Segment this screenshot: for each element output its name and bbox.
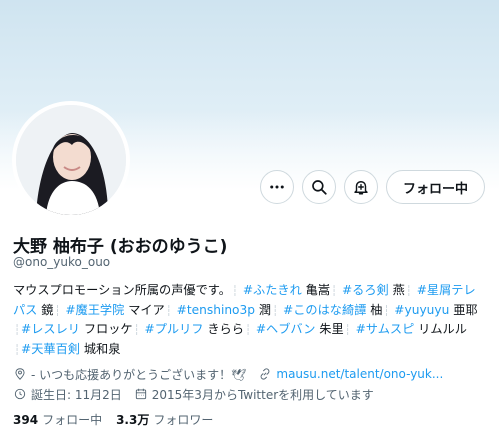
location-item: - いつも応援ありがとうございます！🕊: [13, 366, 246, 383]
bio-text: 亜耶: [453, 302, 478, 317]
hashtag-link[interactable]: #このはな綺譚: [283, 303, 366, 317]
bio-separator: ┆: [133, 325, 140, 337]
hashtag-link[interactable]: #tenshino3p: [177, 303, 255, 317]
bio-text: フロッケ: [83, 322, 133, 337]
bio-text: 潤: [258, 302, 272, 317]
bio-separator: ┆: [383, 305, 390, 317]
location-icon: [15, 368, 25, 380]
joined-text: 2015年3月からTwitterを利用しています: [151, 387, 374, 402]
profile-actions: フォロー中: [259, 170, 485, 204]
website-item[interactable]: mausu.net/talent/ono-yuk...: [258, 367, 443, 381]
more-button[interactable]: [259, 170, 294, 204]
bio-text: 朱里: [319, 322, 344, 337]
hashtag-link[interactable]: #魔王学院: [65, 303, 124, 317]
bio-separator: ┆: [272, 305, 279, 317]
profile-bio: マウスプロモーション所属の声優です。┆ #ふたきれ 亀嵩┆ #るろ剣 燕┆ #星…: [13, 281, 491, 359]
following-count: 394: [13, 413, 39, 427]
user-handle: @ono_yuko_ouo: [13, 255, 111, 269]
bio-separator: ┆: [331, 286, 338, 297]
avatar[interactable]: [12, 101, 130, 219]
birthday-text: 誕生日: 11月2日: [31, 387, 122, 402]
hashtag-link[interactable]: #るろ剣: [342, 283, 389, 297]
link-icon: [260, 368, 270, 380]
bio-line-4: ┆#天華百剣 城和泉: [13, 340, 491, 360]
hashtag-link[interactable]: #プルリフ: [145, 322, 204, 336]
hashtag-link[interactable]: #ヘブバン: [256, 322, 316, 336]
bio-separator: ┆: [165, 305, 172, 317]
bio-line-3: ┆#レスレリ フロッケ┆ #プルリフ きらら┆ #ヘブバン 朱里┆ #サムスピ …: [13, 320, 491, 340]
hashtag-link[interactable]: #ふたきれ: [243, 283, 302, 297]
bio-separator: ┆: [405, 286, 412, 297]
website-link[interactable]: mausu.net/talent/ono-yuk...: [276, 367, 443, 381]
bio-text: きらら: [207, 322, 244, 337]
display-name: 大野 柚布子 (おおのゆうこ): [13, 237, 228, 257]
followers-stat[interactable]: 3.3万 フォロワー: [116, 411, 213, 428]
hashtag-link[interactable]: #天華百剣: [21, 342, 80, 356]
bio-separator: ┆: [344, 325, 351, 337]
bio-text: マウスプロモーション所属の声優です。: [13, 283, 231, 297]
following-button[interactable]: フォロー中: [385, 170, 485, 204]
follow-stats: 394 フォロー中 3.3万 フォロワー: [13, 411, 213, 428]
bio-text: 燕: [392, 283, 405, 297]
hashtag-link[interactable]: #サムスピ: [356, 322, 415, 336]
search-button[interactable]: [301, 170, 336, 204]
meta-row-1: - いつも応援ありがとうございます！🕊 mausu.net/talent/ono…: [13, 364, 493, 384]
notifications-button[interactable]: [343, 170, 378, 204]
followers-count: 3.3万: [116, 413, 150, 427]
bell-plus-icon: [354, 181, 368, 195]
bio-line-2: パス 鏡┆ #魔王学院 マイア┆ #tenshino3p 潤┆ #このはな綺譚 …: [13, 301, 491, 321]
bio-text: 鏡: [41, 302, 54, 317]
bio-text: リムルル: [418, 322, 467, 337]
meta-row-2: 誕生日: 11月2日 2015年3月からTwitterを利用しています: [13, 384, 493, 404]
calendar-icon: [135, 388, 146, 400]
location-text: - いつも応援ありがとうございます！🕊: [31, 367, 247, 382]
hashtag-link[interactable]: #yuyuyu: [394, 303, 449, 317]
bio-text: 柚: [370, 302, 383, 317]
profile-meta: - いつも応援ありがとうございます！🕊 mausu.net/talent/ono…: [13, 364, 493, 404]
birthday-item: 誕生日: 11月2日: [13, 386, 122, 403]
search-icon: [312, 180, 327, 195]
followers-label: フォロワー: [153, 413, 214, 427]
bio-separator: ┆: [231, 286, 238, 297]
hashtag-link[interactable]: #レスレリ: [21, 322, 80, 336]
bio-text: 城和泉: [83, 341, 121, 356]
more-icon: [270, 185, 284, 189]
birthday-icon: [14, 388, 26, 400]
hashtag-link-continued[interactable]: パス: [13, 303, 37, 317]
bio-separator: ┆: [244, 325, 251, 337]
following-stat[interactable]: 394 フォロー中: [13, 411, 102, 428]
following-label: フォロー中: [42, 413, 103, 427]
hashtag-link[interactable]: #星屑テレ: [417, 283, 476, 297]
bio-separator: ┆: [14, 325, 21, 337]
bio-line-1: マウスプロモーション所属の声優です。┆ #ふたきれ 亀嵩┆ #るろ剣 燕┆ #星…: [13, 281, 491, 301]
avatar-image: [16, 105, 126, 215]
bio-text: 亀嵩: [305, 283, 331, 297]
bio-separator: ┆: [54, 305, 61, 317]
joined-item: 2015年3月からTwitterを利用しています: [134, 386, 374, 403]
bio-text: マイア: [128, 302, 165, 317]
bio-separator: ┆: [14, 344, 21, 356]
